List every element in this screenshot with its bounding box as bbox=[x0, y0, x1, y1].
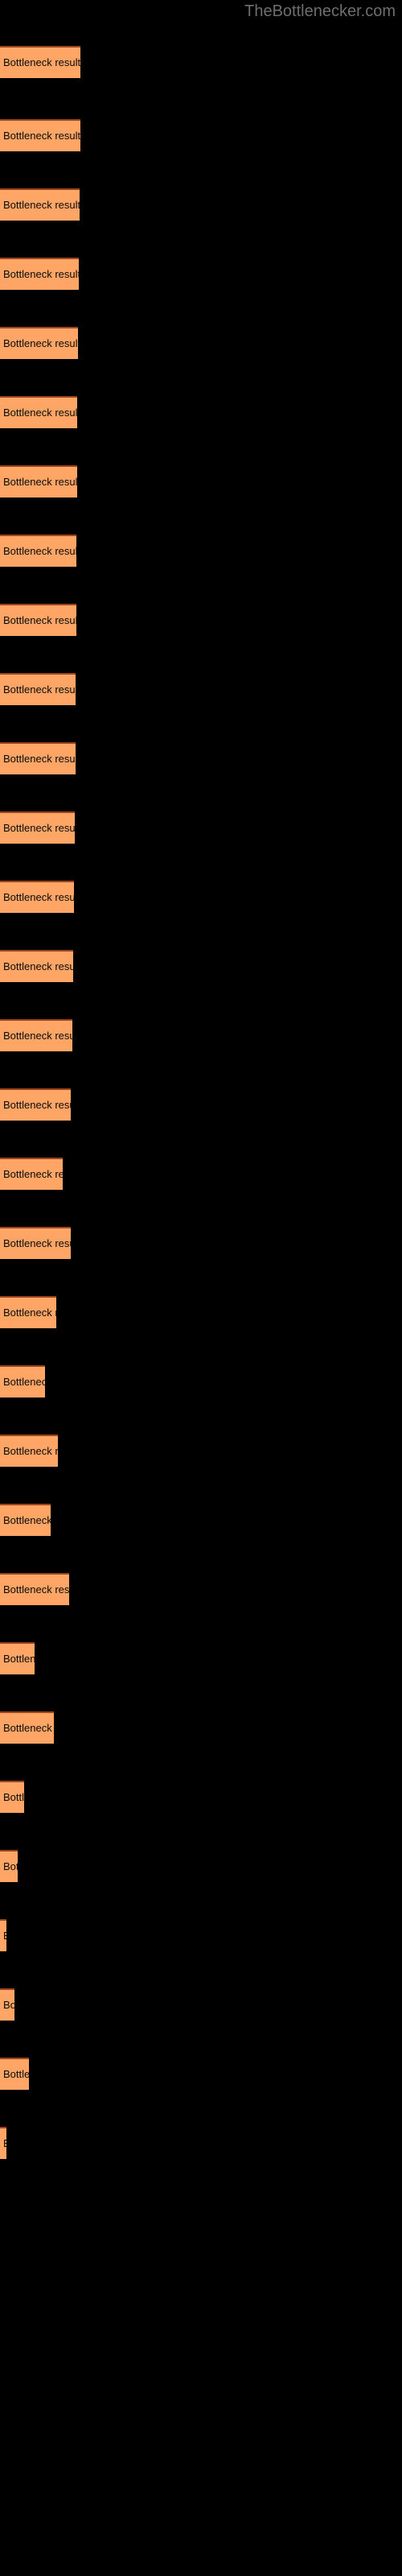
bar-row: Bottleneck result bbox=[0, 1642, 402, 1674]
bar-28[interactable]: Bottleneck result bbox=[0, 1919, 6, 1951]
bar-row: Bottleneck result bbox=[0, 1088, 402, 1121]
bar-row: Bottleneck result bbox=[0, 327, 402, 359]
bar-label: Bottleneck result bbox=[3, 56, 80, 68]
bar-label: Bottleneck result bbox=[3, 1722, 54, 1734]
bar-15[interactable]: Bottleneck result bbox=[0, 1019, 72, 1051]
bar-23[interactable]: Bottleneck result bbox=[0, 1573, 69, 1605]
bar-16[interactable]: Bottleneck result bbox=[0, 1088, 71, 1121]
bar-label: Bottleneck result bbox=[3, 1237, 71, 1249]
bar-row: Bottleneck result bbox=[0, 1919, 402, 1951]
bar-row: Bottleneck result bbox=[0, 1711, 402, 1744]
bar-7[interactable]: Bottleneck result bbox=[0, 465, 77, 497]
bar-row: Bottleneck result bbox=[0, 1296, 402, 1328]
bar-27[interactable]: Bottleneck result bbox=[0, 1850, 18, 1882]
bar-row: Bottleneck result bbox=[0, 1504, 402, 1536]
bar-17[interactable]: Bottleneck result bbox=[0, 1158, 63, 1190]
bar-row: Bottleneck result bbox=[0, 119, 402, 151]
bar-row: Bottleneck result bbox=[0, 881, 402, 913]
bar-24[interactable]: Bottleneck result bbox=[0, 1642, 35, 1674]
bar-11[interactable]: Bottleneck result bbox=[0, 742, 76, 774]
bar-label: Bottleneck result bbox=[3, 1168, 63, 1180]
bar-31[interactable]: Bottleneck result bbox=[0, 2127, 6, 2159]
bar-6[interactable]: Bottleneck result bbox=[0, 396, 77, 428]
bar-row: Bottleneck result bbox=[0, 1781, 402, 1813]
bar-label: Bottleneck result bbox=[3, 1376, 45, 1388]
bar-row: Bottleneck result bbox=[0, 950, 402, 982]
bar-8[interactable]: Bottleneck result bbox=[0, 535, 76, 567]
bar-label: Bottleneck result bbox=[3, 891, 74, 903]
bar-label: Bottleneck result bbox=[3, 2068, 29, 2080]
bar-19[interactable]: Bottleneck result bbox=[0, 1296, 56, 1328]
bar-row: Bottleneck result bbox=[0, 1019, 402, 1051]
bar-label: Bottleneck result bbox=[3, 1929, 6, 1942]
bar-row: Bottleneck result bbox=[0, 673, 402, 705]
bar-row: Bottleneck result bbox=[0, 1365, 402, 1397]
bar-label: Bottleneck result bbox=[3, 2136, 6, 2150]
bar-label: Bottleneck result bbox=[3, 753, 76, 765]
bar-row: Bottleneck result bbox=[0, 188, 402, 221]
bar-label: Bottleneck result bbox=[3, 614, 76, 626]
bar-row: Bottleneck result bbox=[0, 1227, 402, 1259]
bar-label: Bottleneck result bbox=[3, 199, 80, 211]
bar-row: Bottleneck result bbox=[0, 1435, 402, 1467]
bar-label: Bottleneck result bbox=[3, 1030, 72, 1042]
bar-label: Bottleneck result bbox=[3, 1307, 56, 1319]
bar-1[interactable]: Bottleneck result bbox=[0, 46, 80, 78]
bar-row: Bottleneck result bbox=[0, 258, 402, 290]
bar-row: Bottleneck result bbox=[0, 1158, 402, 1190]
bar-30[interactable]: Bottleneck result bbox=[0, 2058, 29, 2090]
bar-label: Bottleneck result bbox=[3, 1653, 35, 1665]
bar-label: Bottleneck result bbox=[3, 1860, 18, 1872]
bar-label: Bottleneck result bbox=[3, 1445, 58, 1457]
bar-label: Bottleneck result bbox=[3, 407, 77, 419]
bar-label: Bottleneck result bbox=[3, 683, 76, 696]
bar-row: Bottleneck result bbox=[0, 396, 402, 428]
bar-22[interactable]: Bottleneck result bbox=[0, 1504, 51, 1536]
bar-row: Bottleneck result bbox=[0, 46, 402, 78]
bar-26[interactable]: Bottleneck result bbox=[0, 1781, 24, 1813]
bar-row: Bottleneck result bbox=[0, 604, 402, 636]
bar-label: Bottleneck result bbox=[3, 1791, 24, 1803]
bar-3[interactable]: Bottleneck result bbox=[0, 188, 80, 221]
bar-row: Bottleneck result bbox=[0, 1988, 402, 2021]
bar-label: Bottleneck result bbox=[3, 960, 73, 972]
bar-5[interactable]: Bottleneck result bbox=[0, 327, 78, 359]
bar-label: Bottleneck result bbox=[3, 337, 78, 349]
bar-row: Bottleneck result bbox=[0, 2127, 402, 2159]
bar-21[interactable]: Bottleneck result bbox=[0, 1435, 58, 1467]
bar-20[interactable]: Bottleneck result bbox=[0, 1365, 45, 1397]
bar-10[interactable]: Bottleneck result bbox=[0, 673, 76, 705]
bar-label: Bottleneck result bbox=[3, 476, 77, 488]
bar-row: Bottleneck result bbox=[0, 742, 402, 774]
bar-label: Bottleneck result bbox=[3, 1583, 69, 1596]
bar-label: Bottleneck result bbox=[3, 822, 75, 834]
bar-label: Bottleneck result bbox=[3, 1099, 71, 1111]
bar-label: Bottleneck result bbox=[3, 1514, 51, 1526]
bar-row: Bottleneck result bbox=[0, 2058, 402, 2090]
bar-row: Bottleneck result bbox=[0, 1850, 402, 1882]
bar-label: Bottleneck result bbox=[3, 1999, 14, 2011]
bar-label: Bottleneck result bbox=[3, 545, 76, 557]
bar-label: Bottleneck result bbox=[3, 268, 79, 280]
bar-row: Bottleneck result bbox=[0, 465, 402, 497]
bar-4[interactable]: Bottleneck result bbox=[0, 258, 79, 290]
bar-13[interactable]: Bottleneck result bbox=[0, 881, 74, 913]
bar-18[interactable]: Bottleneck result bbox=[0, 1227, 71, 1259]
bar-29[interactable]: Bottleneck result bbox=[0, 1988, 14, 2021]
bar-row: Bottleneck result bbox=[0, 535, 402, 567]
bar-25[interactable]: Bottleneck result bbox=[0, 1711, 54, 1744]
bar-12[interactable]: Bottleneck result bbox=[0, 811, 75, 844]
bar-2[interactable]: Bottleneck result bbox=[0, 119, 80, 151]
bottleneck-bar-chart: Bottleneck result Bottleneck result Bottle… bbox=[0, 0, 402, 2576]
bar-row: Bottleneck result bbox=[0, 811, 402, 844]
bar-label: Bottleneck result bbox=[3, 130, 80, 142]
bar-row: Bottleneck result bbox=[0, 1573, 402, 1605]
bar-14[interactable]: Bottleneck result bbox=[0, 950, 73, 982]
bar-9[interactable]: Bottleneck result bbox=[0, 604, 76, 636]
